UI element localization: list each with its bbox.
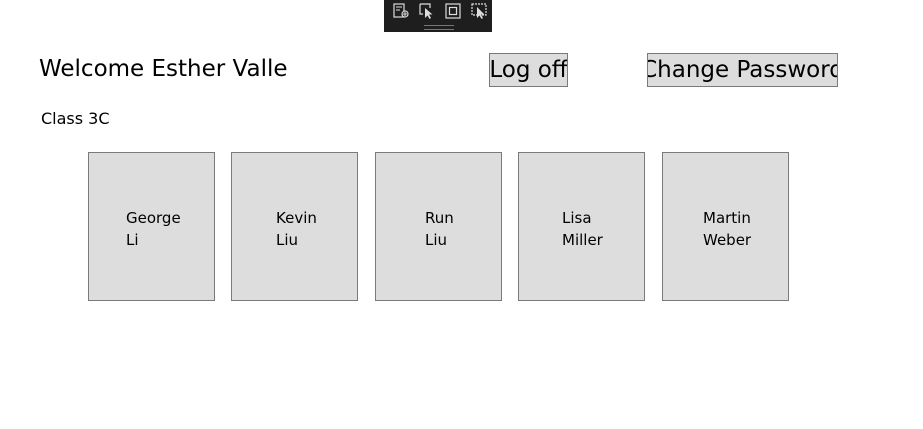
student-name: George Li [126, 209, 181, 249]
xaml-debug-toolbar [384, 0, 492, 32]
track-focused-element-button[interactable] [466, 0, 492, 22]
student-name: Kevin Liu [276, 209, 317, 249]
live-visual-tree-button[interactable] [388, 0, 414, 22]
student-card-george-li[interactable]: George Li [88, 152, 215, 301]
student-card-martin-weber[interactable]: Martin Weber [662, 152, 789, 301]
student-card-run-liu[interactable]: Run Liu [375, 152, 502, 301]
select-element-icon [419, 3, 433, 19]
track-focused-element-icon [471, 3, 487, 19]
student-name: Lisa Miller [562, 209, 603, 249]
class-label: Class 3C [41, 109, 110, 128]
toolbar-grip[interactable] [424, 25, 454, 30]
live-visual-tree-icon [393, 3, 409, 18]
change-password-button[interactable]: Change Password [647, 53, 838, 87]
logoff-button[interactable]: Log off [489, 53, 568, 87]
student-name: Run Liu [425, 209, 454, 249]
student-card-lisa-miller[interactable]: Lisa Miller [518, 152, 645, 301]
select-element-button[interactable] [414, 0, 440, 22]
student-card-kevin-liu[interactable]: Kevin Liu [231, 152, 358, 301]
student-name: Martin Weber [703, 209, 752, 249]
display-layout-adorners-button[interactable] [440, 0, 466, 22]
display-layout-adorners-icon [445, 3, 461, 19]
welcome-text: Welcome Esther Valle [39, 56, 288, 82]
